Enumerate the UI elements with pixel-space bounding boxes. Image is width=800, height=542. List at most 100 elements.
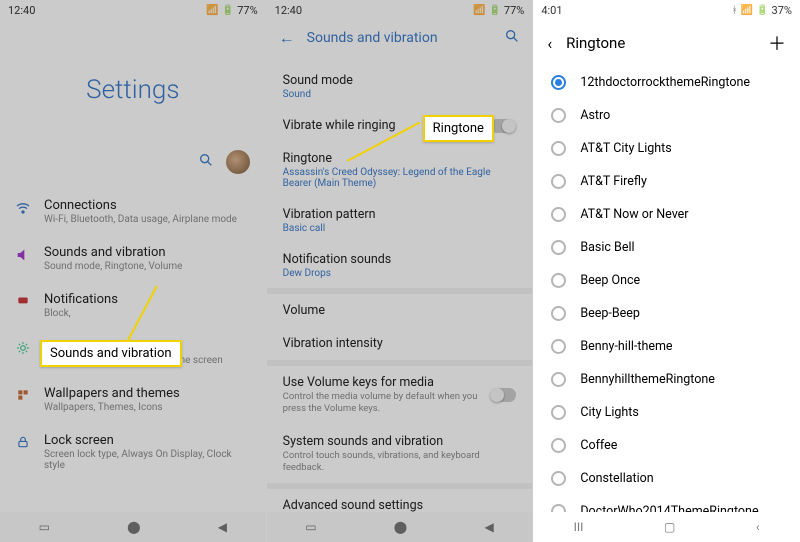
item-subtitle: Screen lock type, Always On Display, Clo… [44, 449, 252, 471]
back-button[interactable]: ◀ [218, 520, 227, 534]
ringtone-option[interactable]: AT&T City Lights [533, 132, 800, 165]
value: Dew Drops [283, 268, 517, 279]
notif-icon [14, 292, 32, 308]
ringtone-label: Basic Bell [580, 240, 634, 255]
home-button[interactable]: ▢ [664, 520, 675, 534]
radio-button[interactable] [551, 240, 566, 255]
settings-item-lock-screen[interactable]: Lock screenScreen lock type, Always On D… [0, 423, 266, 481]
battery-icon: 🔋 [222, 5, 234, 16]
back-icon[interactable]: ‹ [547, 34, 552, 53]
ringtone-option[interactable]: Constellation [533, 462, 800, 495]
ringtone-option[interactable]: Beep-Beep [533, 297, 800, 330]
ringtone-label: City Lights [580, 405, 639, 420]
settings-screen: 12:40 📶 🔋 77% Settings ConnectionsWi-Fi,… [0, 0, 267, 542]
radio-button[interactable] [551, 273, 566, 288]
volume-row[interactable]: Volume [283, 294, 517, 327]
ringtone-option[interactable]: Beep Once [533, 264, 800, 297]
wifi-icon: 📶 [741, 5, 753, 16]
radio-button[interactable] [551, 405, 566, 420]
item-title: Connections [44, 198, 252, 213]
display-icon [14, 339, 32, 355]
item-subtitle: Wallpapers, Themes, Icons [44, 402, 252, 413]
radio-button[interactable] [551, 108, 566, 123]
item-subtitle: Sound mode, Ringtone, Volume [44, 261, 252, 272]
label: Vibration pattern [283, 207, 517, 222]
radio-button[interactable] [551, 75, 566, 90]
ringtone-option[interactable]: Benny-hill-theme [533, 330, 800, 363]
radio-button[interactable] [551, 339, 566, 354]
vibration-intensity-row[interactable]: Vibration intensity [283, 327, 517, 360]
label: Ringtone [283, 151, 517, 166]
label: Volume [283, 303, 517, 318]
ringtone-label: Astro [580, 108, 610, 123]
value: Sound [283, 89, 517, 100]
add-icon[interactable]: ＋ [768, 30, 786, 56]
back-icon[interactable]: ← [279, 28, 295, 48]
ringtone-row[interactable]: Ringtone Assassin's Creed Odyssey: Legen… [283, 142, 517, 198]
status-battery: 77% [237, 4, 257, 17]
ringtone-option[interactable]: AT&T Now or Never [533, 198, 800, 231]
radio-button[interactable] [551, 471, 566, 486]
radio-button[interactable] [551, 438, 566, 453]
toggle-switch[interactable] [490, 388, 516, 402]
page-title: Ringtone [566, 34, 754, 52]
sound-mode-row[interactable]: Sound mode Sound [283, 64, 517, 109]
label: Sound mode [283, 73, 517, 88]
status-time: 12:40 [275, 4, 302, 17]
ringtone-label: Coffee [580, 438, 617, 453]
nav-bar: ▭ ⬤ ◀ [267, 512, 533, 542]
ringtone-option[interactable]: AT&T Firefly [533, 165, 800, 198]
item-subtitle: Wi-Fi, Bluetooth, Data usage, Airplane m… [44, 214, 252, 225]
ringtone-option[interactable]: Basic Bell [533, 231, 800, 264]
item-title: Lock screen [44, 433, 252, 448]
status-battery: 77% [504, 4, 524, 17]
ringtone-option[interactable]: Astro [533, 99, 800, 132]
home-button[interactable]: ⬤ [127, 520, 140, 534]
volume-keys-media-row[interactable]: Use Volume keys for media Control the me… [283, 366, 517, 425]
back-button[interactable]: ◀ [484, 520, 493, 534]
home-button[interactable]: ⬤ [394, 520, 407, 534]
search-icon[interactable] [504, 28, 520, 48]
recent-button[interactable]: III [574, 520, 584, 534]
radio-button[interactable] [551, 306, 566, 321]
label: Use Volume keys for media [283, 375, 491, 390]
ringtone-label: AT&T Firefly [580, 174, 647, 189]
status-bar: 4:01 ᚼ 📶 🔋 37% [533, 0, 800, 20]
ringtone-label: Constellation [580, 471, 653, 486]
avatar[interactable] [226, 150, 250, 174]
label: System sounds and vibration [283, 434, 517, 449]
ringtone-label: Beep-Beep [580, 306, 640, 321]
ringtone-option[interactable]: 12thdoctorrockthemeRingtone [533, 66, 800, 99]
nav-bar: ▭ ⬤ ◀ [0, 512, 266, 542]
ringtone-option[interactable]: Coffee [533, 429, 800, 462]
settings-item-connections[interactable]: ConnectionsWi-Fi, Bluetooth, Data usage,… [0, 188, 266, 235]
search-icon[interactable] [198, 152, 214, 172]
radio-button[interactable] [551, 141, 566, 156]
radio-button[interactable] [551, 372, 566, 387]
recent-button[interactable]: ▭ [305, 520, 316, 534]
ringtone-option[interactable]: City Lights [533, 396, 800, 429]
signal-icon: 📶 [206, 5, 218, 16]
ringtone-label: AT&T City Lights [580, 141, 671, 156]
sounds-vibration-screen: 12:40 📶 🔋 77% ← Sounds and vibration Sou… [267, 0, 534, 542]
label: Vibrate while ringing [283, 118, 396, 133]
ringtone-label: BennyhillthemeRingtone [580, 372, 715, 387]
bluetooth-icon: ᚼ [732, 5, 738, 16]
back-button[interactable]: ‹ [756, 520, 760, 534]
settings-item-notifications[interactable]: NotificationsBlock, [0, 282, 266, 329]
battery-icon: 🔋 [488, 5, 500, 16]
ringtone-option[interactable]: BennyhillthemeRingtone [533, 363, 800, 396]
vibration-pattern-row[interactable]: Vibration pattern Basic call [283, 198, 517, 243]
item-subtitle: Block, [44, 308, 252, 319]
recent-button[interactable]: ▭ [39, 520, 50, 534]
settings-item-sounds-and-vibration[interactable]: Sounds and vibrationSound mode, Ringtone… [0, 235, 266, 282]
notification-sounds-row[interactable]: Notification sounds Dew Drops [283, 243, 517, 288]
settings-item-wallpapers-and-themes[interactable]: Wallpapers and themesWallpapers, Themes,… [0, 376, 266, 423]
system-sounds-row[interactable]: System sounds and vibration Control touc… [283, 425, 517, 484]
wifi-icon [14, 198, 32, 216]
radio-button[interactable] [551, 207, 566, 222]
description: Control touch sounds, vibrations, and ke… [283, 450, 517, 475]
radio-button[interactable] [551, 174, 566, 189]
toggle-switch[interactable] [490, 119, 516, 133]
status-battery: 37% [772, 4, 792, 17]
